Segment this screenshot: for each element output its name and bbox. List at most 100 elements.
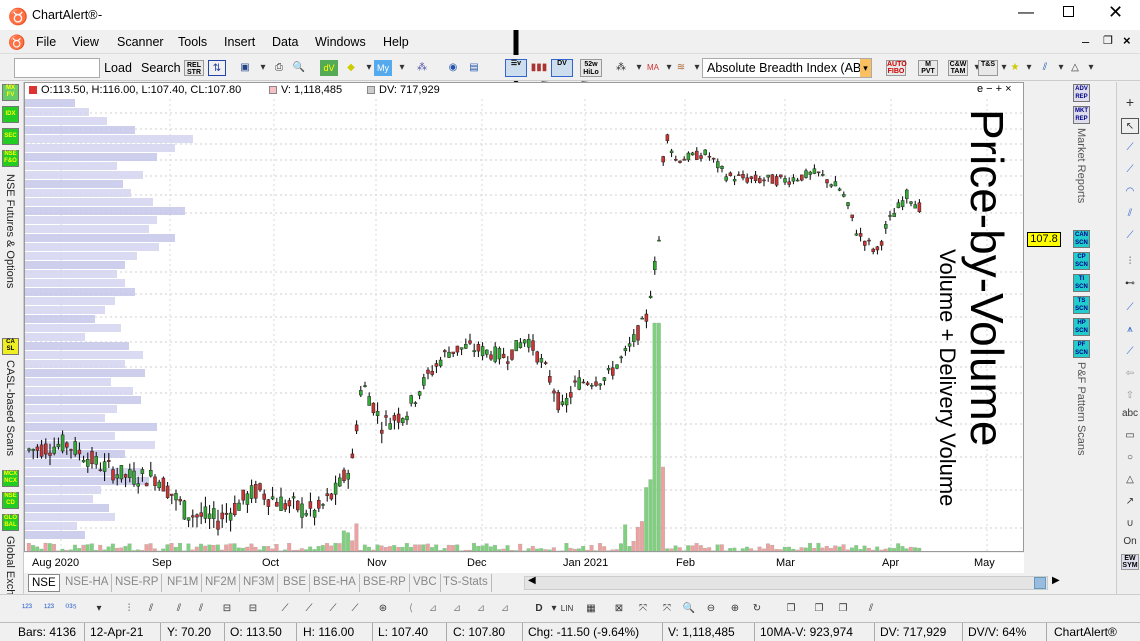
numbering3-icon[interactable]: ⁰³⁵ xyxy=(62,601,80,617)
scroll-right-icon[interactable]: ▶ xyxy=(1052,575,1060,586)
global-exch-label[interactable]: Global Exch xyxy=(4,536,16,595)
bars3-icon[interactable]: ⫽ xyxy=(170,601,188,617)
compare2-icon[interactable]: ⊟ xyxy=(218,601,236,617)
expand-icon[interactable]: ⤧ xyxy=(634,601,652,617)
vertical-line-icon[interactable]: ⫶ xyxy=(1121,254,1139,270)
triangle-icon[interactable]: △ xyxy=(1121,472,1139,488)
chevron-down-icon[interactable]: ▾ xyxy=(860,59,871,77)
gann-icon[interactable]: ⟋ xyxy=(1121,344,1139,360)
tab-nf3m[interactable]: NF3M xyxy=(240,574,279,592)
zoom-in-icon[interactable]: ⊕ xyxy=(726,601,744,617)
globe-icon[interactable]: ◉ xyxy=(444,60,462,76)
menu-tools[interactable]: Tools xyxy=(178,35,207,49)
menu-help[interactable]: Help xyxy=(383,35,409,49)
tab-nf2m[interactable]: NF2M xyxy=(202,574,241,592)
bars4-icon[interactable]: ⫽ xyxy=(192,601,210,617)
mkt-rep-button[interactable]: MKT REP xyxy=(1073,106,1090,124)
dw-icon[interactable]: dV xyxy=(320,60,338,76)
close-icon[interactable]: ✕ xyxy=(1108,2,1123,23)
candlestick-chart[interactable]: 5560657075808590951001151201251301351401… xyxy=(25,83,1024,552)
angle2-icon[interactable]: ⊿ xyxy=(424,601,442,617)
ellipse-icon[interactable]: ○ xyxy=(1121,450,1139,466)
grid-icon[interactable]: ▦ xyxy=(582,601,600,617)
nse-futures-label[interactable]: NSE Futures & Options xyxy=(4,174,16,288)
paste2-icon[interactable]: ❐ xyxy=(834,601,852,617)
record-icon[interactable]: ⊛ xyxy=(374,601,392,617)
refresh-icon[interactable]: ↻ xyxy=(748,601,766,617)
my-icon[interactable]: My xyxy=(374,60,392,76)
menu-windows[interactable]: Windows xyxy=(315,35,366,49)
chevron-down-icon[interactable]: ▾ xyxy=(393,60,411,76)
trendline-icon[interactable]: ⟋ xyxy=(1121,140,1139,156)
mcx-ncx-button[interactable]: MCX NCX xyxy=(2,470,19,487)
pointer-icon[interactable]: ↖ xyxy=(1121,118,1139,134)
slash4-icon[interactable]: ⟋ xyxy=(346,601,364,617)
text-tool-icon[interactable]: abc xyxy=(1121,406,1139,422)
sec-button[interactable]: SEC xyxy=(2,128,19,145)
save-icon[interactable]: ▣ xyxy=(236,60,254,76)
menu-file[interactable]: File xyxy=(36,35,56,49)
cow-tam-icon[interactable]: C&W TAM xyxy=(948,60,968,76)
fib-icon[interactable]: ⫽ xyxy=(1121,206,1139,222)
arrow-left-icon[interactable]: ⇦ xyxy=(1121,366,1139,382)
ts-scn-button[interactable]: TS SCN xyxy=(1073,296,1090,314)
zoom-icon[interactable]: 🔍 xyxy=(680,601,698,617)
rectangle-icon[interactable]: ▭ xyxy=(1121,428,1139,444)
maximize-icon[interactable] xyxy=(1063,6,1074,17)
angle3-icon[interactable]: ⊿ xyxy=(448,601,466,617)
arrow-draw-icon[interactable]: ↗ xyxy=(1121,494,1139,510)
horizontal-scrollbar[interactable] xyxy=(524,576,1048,590)
arc-icon[interactable]: ◠ xyxy=(1121,184,1139,200)
bars1-icon[interactable]: ⫶ xyxy=(120,601,138,617)
can-scn-button[interactable]: CAN SCN xyxy=(1073,230,1090,248)
slash1-icon[interactable]: ⟋ xyxy=(276,601,294,617)
adv-rep-button[interactable]: ADV REP xyxy=(1073,84,1090,102)
pf-scn-button[interactable]: PF SCN xyxy=(1073,340,1090,358)
chart-window[interactable]: 5560657075808590951001151201251301351401… xyxy=(24,82,1024,552)
tab-nf1m[interactable]: NF1M xyxy=(164,574,203,592)
indicator-select[interactable]: Absolute Breadth Index (AB xyxy=(702,58,872,78)
chevron-down-icon[interactable]: ▾ xyxy=(1082,60,1100,76)
mpvt-icon[interactable]: M PVT xyxy=(918,60,938,76)
mx-fv-button[interactable]: MX FV xyxy=(2,84,19,101)
abc-pattern-icon[interactable]: ⊿ xyxy=(496,601,514,617)
on-toggle[interactable]: On xyxy=(1121,534,1139,550)
tab-nse[interactable]: NSE xyxy=(28,574,60,592)
pitchfork-icon[interactable]: ⩚ xyxy=(1121,322,1139,338)
casl-scans-label[interactable]: CASL-based Scans xyxy=(4,360,16,456)
slash3-icon[interactable]: ⟋ xyxy=(324,601,342,617)
delivery-volume-button-icon[interactable]: DV xyxy=(551,59,573,77)
scroll-thumb[interactable] xyxy=(1034,577,1046,589)
tab-bse-ha[interactable]: BSE-HA xyxy=(310,574,360,592)
mdi-restore-icon[interactable]: ❐ xyxy=(1103,34,1113,47)
load-button[interactable]: Load xyxy=(102,58,134,78)
zoom-out-icon[interactable]: ⊖ xyxy=(702,601,720,617)
print-preview-icon[interactable]: 🔍 xyxy=(290,60,308,76)
signals-icon[interactable]: ⁂ xyxy=(612,60,630,76)
rel-str-button[interactable]: REL STR xyxy=(184,60,204,76)
crosshair-icon[interactable]: + xyxy=(1121,94,1139,110)
ray-icon[interactable]: ⟋ xyxy=(1121,162,1139,178)
scroll-left-icon[interactable]: ◀ xyxy=(528,575,536,586)
copy-icon[interactable]: ❐ xyxy=(782,601,800,617)
menu-insert[interactable]: Insert xyxy=(224,35,255,49)
angle1-icon[interactable]: ⟨ xyxy=(402,601,420,617)
tab-nse-ha[interactable]: NSE-HA xyxy=(62,574,113,592)
channel-icon[interactable]: ⟋ xyxy=(1121,300,1139,316)
pbv-button-icon[interactable]: ☰v xyxy=(505,59,527,77)
tab-bse-rp[interactable]: BSE-RP xyxy=(360,574,410,592)
tab-nse-rp[interactable]: NSE-RP xyxy=(112,574,163,592)
global-button[interactable]: GLO BAL xyxy=(2,514,19,531)
lin-icon[interactable]: LIN xyxy=(558,601,576,617)
arrow-up-icon[interactable]: ⇧ xyxy=(1121,388,1139,404)
fan-icon[interactable]: ⟋ xyxy=(1121,228,1139,244)
bars-icon[interactable]: ⁂ xyxy=(413,60,431,76)
minimize-icon[interactable]: — xyxy=(1018,4,1034,22)
paste-icon[interactable]: ❐ xyxy=(810,601,828,617)
cp-scn-button[interactable]: CP SCN xyxy=(1073,252,1090,270)
horizontal-line-icon[interactable]: ⊷ xyxy=(1121,276,1139,292)
tab-ts-stats[interactable]: TS-Stats xyxy=(440,574,492,592)
compare3-icon[interactable]: ⊟ xyxy=(244,601,262,617)
menu-data[interactable]: Data xyxy=(272,35,298,49)
symbol-input[interactable] xyxy=(14,58,100,78)
